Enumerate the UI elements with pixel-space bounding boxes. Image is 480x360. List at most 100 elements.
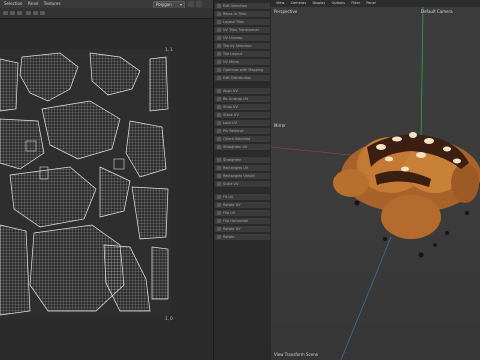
tool-label: Rotate UV xyxy=(223,227,241,231)
tool-item[interactable]: Orient Selected xyxy=(215,136,270,143)
tool-item[interactable]: Flip UV xyxy=(215,210,270,217)
tool-icon xyxy=(217,105,221,109)
tool-icon xyxy=(217,219,221,223)
menu-cameras[interactable]: Cameras xyxy=(291,0,307,7)
mirror-label: Mirror xyxy=(274,123,286,128)
tool-label: Scale UV xyxy=(223,182,239,186)
menu-filter[interactable]: Filter xyxy=(351,0,360,7)
menu-panel[interactable]: Panel xyxy=(28,0,39,8)
tool-icon xyxy=(217,52,221,56)
tool-item[interactable]: Stack UV xyxy=(215,112,270,119)
tool-label: Straighten UV xyxy=(223,145,248,149)
tool-item[interactable]: Optimize with Mapping xyxy=(215,67,270,74)
edge-icon[interactable] xyxy=(33,11,38,15)
uv-toolbar xyxy=(0,8,213,19)
tool-label: Relax in Tiles xyxy=(223,12,246,16)
tool-item[interactable]: Rotate UV xyxy=(215,226,270,233)
tool-item[interactable]: Rotate UV xyxy=(215,202,270,209)
tool-icon xyxy=(217,97,221,101)
scale-icon[interactable] xyxy=(17,11,22,15)
menu-selection[interactable]: Selection xyxy=(4,0,22,8)
tool-label: Tile by Selection xyxy=(223,44,252,48)
tool-item[interactable]: Layout Tiles xyxy=(215,19,270,26)
tool-icon xyxy=(217,89,221,93)
tool-item[interactable]: Re-Unwrap UV xyxy=(215,96,270,103)
uv-corner-label-bottom: 1, 0 xyxy=(165,316,173,321)
tool-icon xyxy=(217,203,221,207)
tool-item[interactable]: Flip Horizontal xyxy=(215,218,270,225)
tool-icon xyxy=(217,145,221,149)
tool-icon xyxy=(217,129,221,133)
tool-item[interactable]: UV Tiles Transformer xyxy=(215,27,270,34)
tool-label: UV Tiles Transformer xyxy=(223,28,260,32)
uv-corner-label-top: 1, 1 xyxy=(165,47,173,52)
tool-label: Fit UV xyxy=(223,195,234,199)
vertex-icon[interactable] xyxy=(26,11,31,15)
tool-label: Edit Selection xyxy=(223,4,248,8)
settings-icon[interactable] xyxy=(196,1,202,7)
move-icon[interactable] xyxy=(3,11,8,15)
uv-tools-panel: Edit Selection Relax in Tiles Layout Tiles… xyxy=(213,0,272,360)
tool-item[interactable]: Tile by Selection xyxy=(215,43,270,50)
menu-display[interactable]: Display xyxy=(312,0,325,7)
3d-viewport: View Cameras Display Options Filter Pane… xyxy=(271,0,480,360)
footer-label: View Transform Scene xyxy=(274,352,319,357)
tool-item[interactable]: UV Mirror xyxy=(215,59,270,66)
tool-label: Tile Layout xyxy=(223,52,243,56)
tool-label: Orient Selected xyxy=(223,137,251,141)
grid-icon[interactable] xyxy=(188,1,194,7)
tool-item[interactable]: UV Unwrap xyxy=(215,35,270,42)
tool-icon xyxy=(217,227,221,231)
tool-icon xyxy=(217,60,221,64)
tool-label: Rectangles UV xyxy=(223,166,249,170)
uv-canvas[interactable] xyxy=(0,49,170,317)
menu-options[interactable]: Options xyxy=(332,0,346,7)
tool-icon xyxy=(217,113,221,117)
tool-icon xyxy=(217,211,221,215)
tool-label: Lock UV xyxy=(223,121,238,125)
tool-item[interactable]: Tile Layout xyxy=(215,51,270,58)
tool-label: Snap UV xyxy=(223,105,238,109)
tool-item[interactable]: Edit Selection xyxy=(215,3,270,10)
menu-textures[interactable]: Textures xyxy=(44,0,61,8)
tool-label: Optimize with Mapping xyxy=(223,68,264,72)
menu-panel[interactable]: Panel xyxy=(366,0,375,7)
viewport-scene[interactable]: Perspective Default Camera Mirror View T… xyxy=(271,7,480,360)
tool-icon xyxy=(217,68,221,72)
tool-item[interactable]: Rectangles Unfold xyxy=(215,173,270,180)
scene-render xyxy=(271,7,480,360)
tool-item[interactable]: Fit UV xyxy=(215,194,270,201)
tool-item[interactable]: Edit Distribution xyxy=(215,75,270,82)
tool-icon xyxy=(217,36,221,40)
tool-item[interactable]: Straighten xyxy=(215,157,270,164)
tool-label: Flip UV xyxy=(223,211,236,215)
tool-item[interactable]: Straighten UV xyxy=(215,144,270,151)
tool-item[interactable]: Scale UV xyxy=(215,181,270,188)
camera-label[interactable]: Default Camera xyxy=(421,9,453,14)
menu-view[interactable]: View xyxy=(276,0,284,7)
tool-label: Re-Unwrap UV xyxy=(223,97,249,101)
tool-label: Layout Tiles xyxy=(223,20,244,24)
tool-icon xyxy=(217,28,221,32)
tool-icon xyxy=(217,166,221,170)
tool-label: Flip Horizontal xyxy=(223,219,249,223)
tool-label: Edit Distribution xyxy=(223,76,252,80)
tool-item[interactable]: Align UV xyxy=(215,88,270,95)
tool-icon xyxy=(217,137,221,141)
croissant-model xyxy=(333,132,480,258)
tool-item[interactable]: Relax in Tiles xyxy=(215,11,270,18)
tool-label: Stack UV xyxy=(223,113,239,117)
tool-item[interactable]: Lock UV xyxy=(215,120,270,127)
tool-item[interactable]: Pin Remove xyxy=(215,128,270,135)
face-icon[interactable] xyxy=(40,11,45,15)
tool-icon xyxy=(217,44,221,48)
tool-item[interactable]: Snap UV xyxy=(215,104,270,111)
tool-icon xyxy=(217,182,221,186)
z-axis-line xyxy=(340,236,392,360)
tool-item[interactable]: Rotate xyxy=(215,234,270,241)
tool-label: Straighten xyxy=(223,158,242,162)
rotate-icon[interactable] xyxy=(10,11,15,15)
tool-icon xyxy=(217,121,221,125)
tool-item[interactable]: Rectangles UV xyxy=(215,165,270,172)
perspective-label[interactable]: Perspective xyxy=(274,9,297,14)
